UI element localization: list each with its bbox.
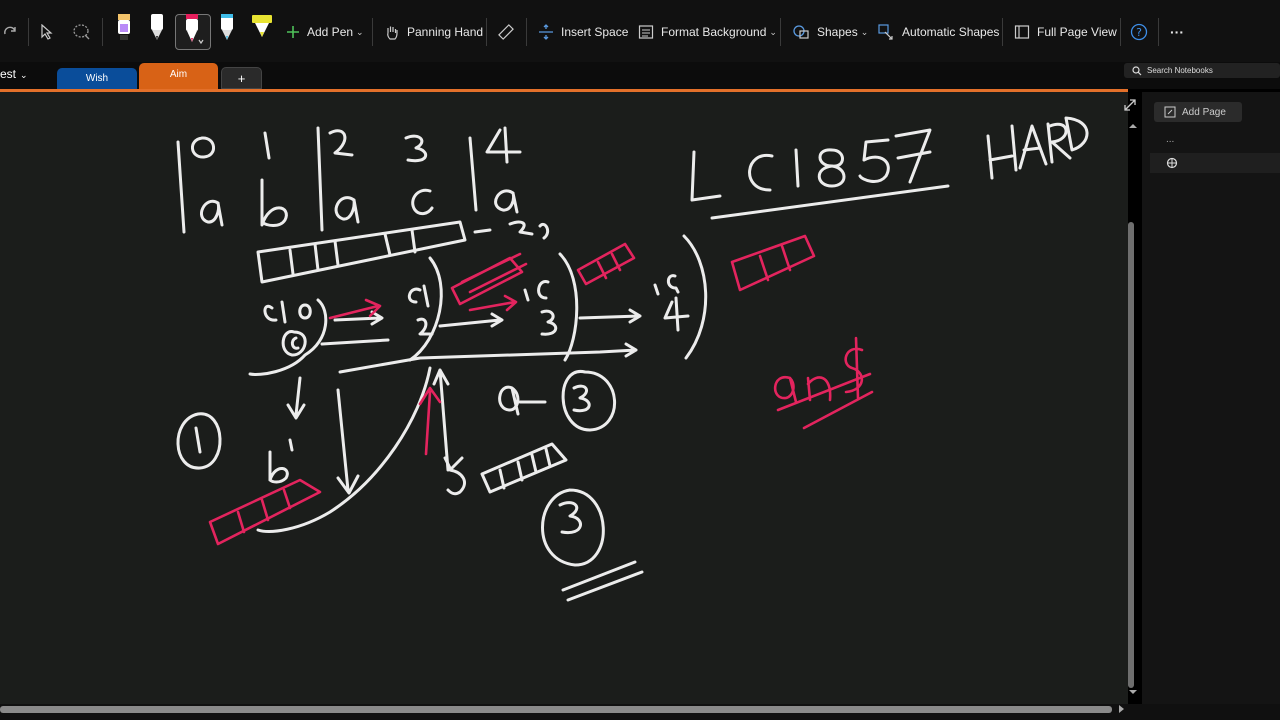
- ink-pink-arrow: [328, 298, 382, 320]
- page-icon: [1166, 157, 1178, 169]
- format-background-label: Format Background: [661, 25, 767, 39]
- more-options-button[interactable]: ···: [1170, 20, 1184, 44]
- svg-text:?: ?: [1136, 26, 1142, 39]
- ribbon-divider: [1158, 18, 1159, 46]
- ink-pink-letter-a: [773, 375, 798, 404]
- format-background-icon: [638, 25, 654, 39]
- shapes-label: Shapes: [817, 25, 858, 39]
- search-placeholder: Search Notebooks: [1147, 66, 1213, 75]
- horizontal-scroll-thumb[interactable]: [0, 706, 1112, 713]
- full-page-view-icon: [1014, 25, 1030, 39]
- ribbon-divider: [1002, 18, 1003, 46]
- redo-icon[interactable]: [2, 20, 25, 44]
- full-page-view-button[interactable]: Full Page View: [1014, 20, 1117, 44]
- page-options[interactable]: ...: [1166, 134, 1174, 145]
- shapes-icon: [793, 25, 809, 39]
- add-section-button[interactable]: +: [221, 67, 262, 89]
- panning-hand-button[interactable]: Panning Hand: [384, 20, 483, 44]
- ribbon-divider: [1120, 18, 1121, 46]
- lasso-icon[interactable]: [72, 20, 99, 44]
- pen-pink-icon[interactable]: [182, 12, 204, 51]
- ink-pink-arrow: [468, 294, 518, 312]
- chevron-down-icon: ⌄: [20, 70, 28, 80]
- add-pen-label: Add Pen: [307, 25, 354, 39]
- hand-icon: [387, 26, 398, 40]
- automatic-shapes-label: Automatic Shapes: [902, 25, 1000, 39]
- insert-space-button[interactable]: Insert Space: [538, 20, 628, 44]
- ribbon-divider: [102, 18, 103, 46]
- pen-cyan-icon[interactable]: [218, 12, 236, 47]
- shapes-button[interactable]: Shapes ⌄: [792, 20, 868, 44]
- ink-pink-array: [730, 234, 816, 292]
- select-pointer-icon[interactable]: [40, 20, 61, 44]
- expand-icon[interactable]: [1123, 98, 1137, 112]
- ink-pink-arrow-up: [418, 386, 442, 456]
- ribbon-divider: [526, 18, 527, 46]
- insert-space-label: Insert Space: [561, 25, 629, 39]
- add-page-label: Add Page: [1182, 106, 1226, 118]
- handwritten-ink-pink: [208, 234, 874, 546]
- section-tab-bar: est ⌄ Wish Aim +: [0, 62, 1280, 89]
- scroll-up-icon: [1129, 124, 1137, 128]
- add-pen-button[interactable]: Add Pen ⌄: [286, 20, 364, 44]
- search-icon: [1132, 65, 1142, 75]
- format-background-button[interactable]: Format Background ⌄: [638, 20, 777, 44]
- page-list-pane: [1142, 92, 1280, 704]
- ink-pink-letter-s: [844, 336, 864, 400]
- pen-black-purple-icon[interactable]: [115, 12, 133, 47]
- notebook-dropdown[interactable]: est ⌄: [0, 67, 28, 81]
- ribbon-divider: [780, 18, 781, 46]
- ink-pink-array: [450, 252, 528, 306]
- highlighter-yellow-icon[interactable]: [250, 12, 274, 47]
- ribbon: Add Pen ⌄ Panning Hand Insert Space Forma…: [0, 0, 1280, 62]
- search-notebooks-field[interactable]: Search Notebooks: [1124, 63, 1280, 78]
- add-page-icon: [1164, 106, 1176, 118]
- ink-pink-array: [208, 478, 322, 546]
- notebook-name: est: [0, 67, 17, 81]
- ribbon-divider: [372, 18, 373, 46]
- panning-hand-label: Panning Hand: [407, 25, 484, 39]
- scroll-down-icon: [1129, 690, 1137, 694]
- tab-wish[interactable]: Wish: [57, 68, 137, 89]
- ruler-icon[interactable]: [497, 20, 522, 44]
- automatic-shapes-button[interactable]: Automatic Shapes: [877, 20, 999, 44]
- vertical-scroll-thumb[interactable]: [1128, 222, 1134, 688]
- scroll-right-icon[interactable]: [1116, 704, 1126, 714]
- full-page-view-label: Full Page View: [1037, 25, 1117, 39]
- plus-icon: [287, 26, 299, 38]
- ribbon-divider: [28, 18, 29, 46]
- insert-space-icon: [539, 24, 553, 40]
- ink-pink-array: [576, 242, 636, 286]
- add-page-button[interactable]: Add Page: [1154, 102, 1242, 122]
- tab-aim[interactable]: Aim: [139, 63, 218, 89]
- ribbon-divider: [486, 18, 487, 46]
- page-list-item[interactable]: [1150, 153, 1280, 173]
- automatic-shapes-icon: [878, 24, 893, 40]
- help-icon[interactable]: ?: [1130, 20, 1155, 44]
- pen-white-icon[interactable]: [148, 12, 166, 47]
